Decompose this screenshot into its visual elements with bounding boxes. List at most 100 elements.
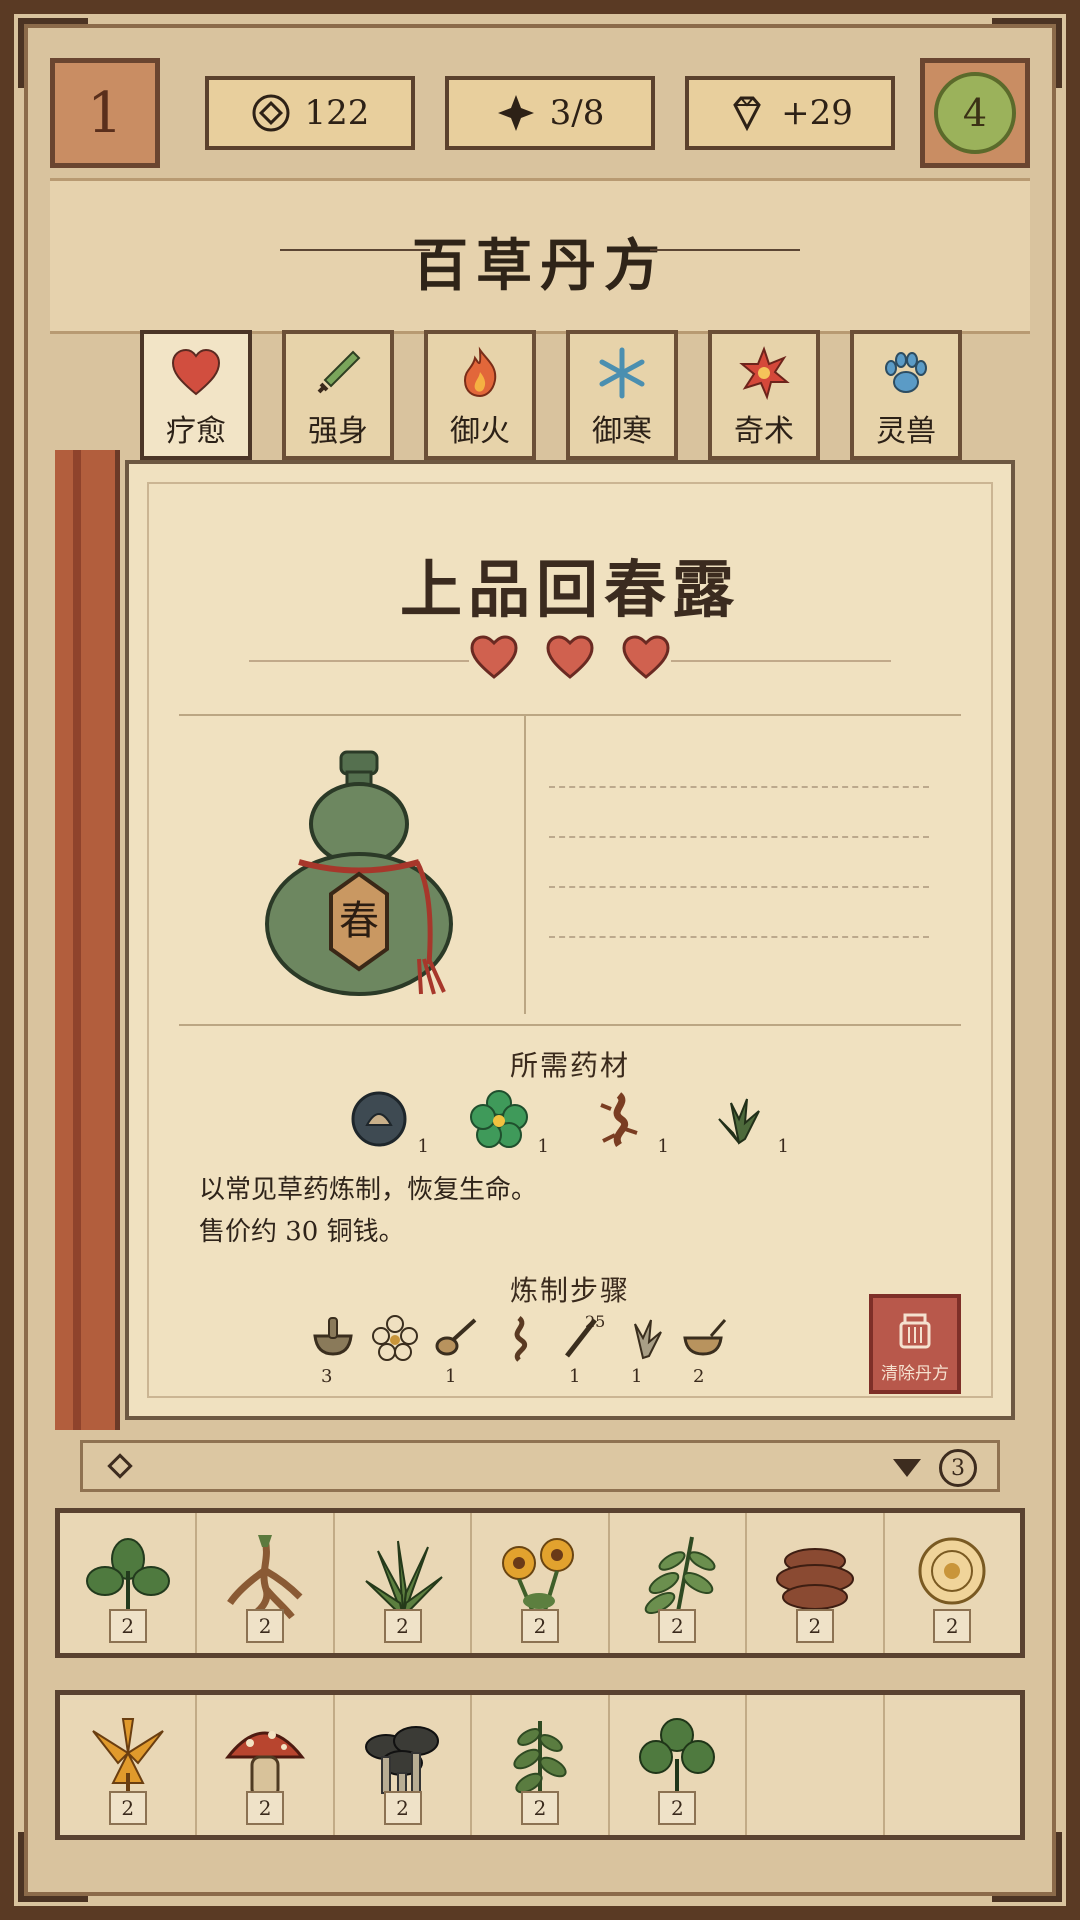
inventory-slot[interactable]: 2 xyxy=(335,1513,473,1653)
inventory-slot[interactable]: 2 xyxy=(335,1695,473,1835)
inventory-slot[interactable]: 2 xyxy=(747,1513,885,1653)
mortar-icon xyxy=(313,1317,353,1356)
recipe-description: 以常见草药炼制，恢复生命。 售价约 30 铜钱。 xyxy=(199,1169,537,1253)
inventory-slot[interactable]: 2 xyxy=(197,1695,335,1835)
step-item[interactable]: 1 xyxy=(433,1314,481,1387)
coins-counter: 122 xyxy=(205,76,415,150)
flame-icon xyxy=(463,346,497,398)
inventory-slot-empty[interactable] xyxy=(747,1695,885,1835)
inventory-slot[interactable]: 2 xyxy=(610,1695,748,1835)
orange-lily-icon xyxy=(91,1718,164,1799)
title-band: 百草丹方 xyxy=(50,178,1030,334)
category-tabs: 疗愈 强身 御火 御寒 奇术 灵兽 xyxy=(140,330,962,460)
page-count-badge[interactable]: 3 xyxy=(939,1449,977,1487)
step-item[interactable] xyxy=(495,1314,543,1362)
corner-ornament xyxy=(992,1832,1062,1902)
note-line xyxy=(549,884,929,888)
inventory-slot[interactable]: 2 xyxy=(197,1513,335,1653)
slot-quantity: 2 xyxy=(658,1609,697,1643)
cauldron-icon xyxy=(899,1313,931,1349)
ingredient-item[interactable]: 1 xyxy=(349,1089,429,1157)
clear-recipe-button[interactable]: 清除丹方 xyxy=(869,1294,961,1394)
gems-counter: +29 xyxy=(685,76,895,150)
tab-fire[interactable]: 御火 xyxy=(424,330,536,460)
ingredient-item[interactable]: 1 xyxy=(589,1089,669,1157)
ingredient-item[interactable]: 1 xyxy=(469,1089,549,1157)
shell-icon xyxy=(351,1091,407,1147)
tab-body[interactable]: 强身 xyxy=(282,330,394,460)
clear-button-label: 清除丹方 xyxy=(881,1364,949,1384)
ingredient-count: 1 xyxy=(417,1136,429,1157)
recipe-title: 上品回春露 xyxy=(399,553,740,626)
tab-magic[interactable]: 奇术 xyxy=(708,330,820,460)
title-ornament-right xyxy=(650,249,800,251)
badge-coin: 4 xyxy=(934,72,1016,154)
step-count: 2 xyxy=(693,1366,705,1387)
heart-icon xyxy=(171,348,221,396)
recipe-page: 上品回春露 春 所需药材 1 1 1 1 以常见草药炼制，恢复生命。 售价约 3… xyxy=(125,460,1015,1420)
root-icon xyxy=(514,1316,528,1362)
step-item[interactable]: 25 1 xyxy=(557,1312,606,1387)
fungus-icon xyxy=(775,1548,854,1610)
slot-quantity: 2 xyxy=(520,1791,559,1825)
rating-hearts xyxy=(129,634,1011,680)
progress-counter: 3/8 xyxy=(445,76,655,150)
tab-beast[interactable]: 灵兽 xyxy=(850,330,962,460)
tab-label: 御寒 xyxy=(592,414,652,449)
step-item[interactable]: 2 xyxy=(681,1314,729,1387)
inventory-row-1: 2 2 2 2 2 2 2 xyxy=(55,1508,1025,1658)
step-item[interactable] xyxy=(371,1314,419,1362)
sword-icon xyxy=(317,350,361,394)
gem-icon xyxy=(733,96,761,132)
page-title: 百草丹方 xyxy=(412,233,668,299)
bowl-icon xyxy=(683,1319,727,1356)
round-badge[interactable]: 4 xyxy=(920,58,1030,168)
fern-icon xyxy=(645,1536,716,1618)
inventory-slot[interactable]: 2 xyxy=(885,1513,1020,1653)
step-item[interactable]: 1 xyxy=(619,1314,667,1387)
note-line xyxy=(549,834,929,838)
yellow-flowers-icon xyxy=(501,1538,574,1618)
step-count: 1 xyxy=(569,1366,581,1387)
slot-quantity: 2 xyxy=(520,1609,559,1643)
top-bar: 1 122 3/8 +29 4 xyxy=(50,58,1030,168)
step-item[interactable]: 3 xyxy=(309,1314,357,1387)
step-subcount: 25 xyxy=(585,1312,606,1331)
inventory-slot[interactable]: 2 xyxy=(60,1695,198,1835)
level-value: 1 xyxy=(87,80,123,146)
slot-quantity: 2 xyxy=(658,1791,697,1825)
diamond-icon[interactable] xyxy=(107,1453,133,1479)
dropdown-arrow-icon[interactable] xyxy=(893,1459,921,1477)
tab-healing[interactable]: 疗愈 xyxy=(140,330,252,460)
pager-strip: 3 xyxy=(80,1440,1000,1492)
chrysanthemum-icon xyxy=(918,1537,986,1605)
ginseng-root-icon xyxy=(227,1535,303,1621)
grass-icon xyxy=(364,1540,443,1621)
ingredient-item[interactable]: 1 xyxy=(709,1089,789,1157)
book-spine xyxy=(55,450,120,1430)
tab-label: 疗愈 xyxy=(166,414,226,449)
note-line xyxy=(549,784,929,788)
slot-quantity: 2 xyxy=(108,1791,147,1825)
ingredients-list: 1 1 1 1 xyxy=(349,1089,789,1157)
clover-icon xyxy=(470,1090,528,1148)
slot-quantity: 2 xyxy=(933,1609,972,1643)
steps-list: 3 1 25 1 1 2 xyxy=(309,1312,729,1387)
recipe-book: 上品回春露 春 所需药材 1 1 1 1 以常见草药炼制，恢复生命。 售价约 3… xyxy=(55,450,1025,1430)
tab-label: 奇术 xyxy=(734,414,794,449)
level-card[interactable]: 1 xyxy=(50,58,160,168)
divider xyxy=(179,714,961,716)
inventory-slot-empty[interactable] xyxy=(885,1695,1020,1835)
title-flourish-right xyxy=(671,660,891,662)
inventory-row-2: 2 2 2 2 2 xyxy=(55,1690,1025,1840)
inventory-slot[interactable]: 2 xyxy=(472,1695,610,1835)
heart-icon xyxy=(622,635,670,679)
slot-quantity: 2 xyxy=(795,1609,834,1643)
inventory-slot[interactable]: 2 xyxy=(472,1513,610,1653)
slot-quantity: 2 xyxy=(383,1609,422,1643)
step-count: 3 xyxy=(321,1366,333,1387)
tab-cold[interactable]: 御寒 xyxy=(566,330,678,460)
inventory-slot[interactable]: 2 xyxy=(60,1513,198,1653)
red-mushroom-icon xyxy=(225,1731,306,1799)
inventory-slot[interactable]: 2 xyxy=(610,1513,748,1653)
